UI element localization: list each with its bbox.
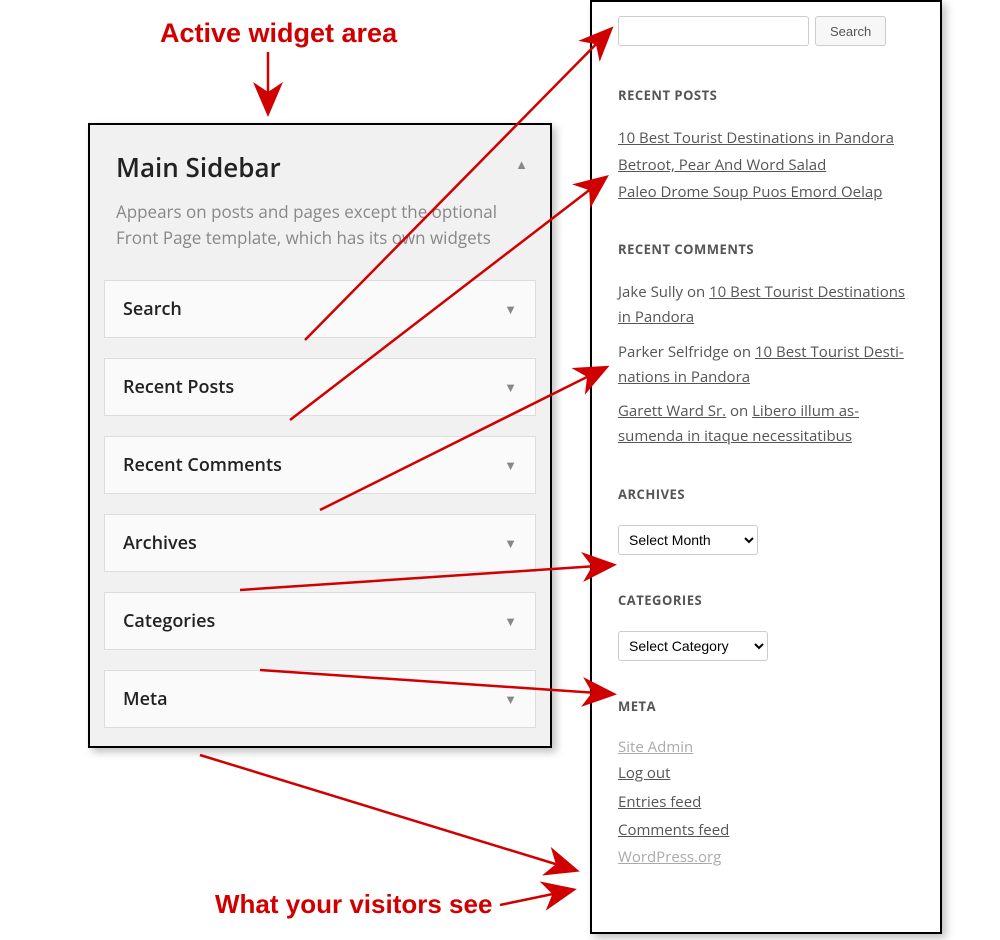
widget-label: Categories bbox=[123, 609, 215, 633]
comment-author-link[interactable]: Garett Ward Sr. bbox=[618, 401, 726, 421]
post-link[interactable]: Betroot, Pear And Word Salad bbox=[618, 155, 826, 175]
widget-label: Meta bbox=[123, 687, 168, 711]
chevron-down-icon: ▼ bbox=[504, 690, 517, 708]
frontend-sidebar-preview: Search RECENT POSTS 10 Best Tourist Dest… bbox=[590, 0, 942, 934]
chevron-down-icon: ▼ bbox=[504, 456, 517, 474]
sidebar-header[interactable]: Main Sidebar ▲ Appears on posts and page… bbox=[104, 135, 536, 260]
post-link[interactable]: Paleo Drome Soup Puos Emord Oelap bbox=[618, 182, 882, 202]
meta-link-site-admin[interactable]: Site Admin bbox=[618, 737, 693, 757]
chevron-down-icon: ▼ bbox=[504, 378, 517, 396]
widget-categories[interactable]: Categories ▼ bbox=[104, 592, 536, 650]
widget-recent-posts[interactable]: Recent Posts ▼ bbox=[104, 358, 536, 416]
on-text: on bbox=[683, 282, 709, 302]
widget-search[interactable]: Search ▼ bbox=[104, 280, 536, 338]
meta-link-wordpress-org[interactable]: WordPress.org bbox=[618, 847, 721, 867]
search-widget: Search bbox=[618, 16, 916, 46]
widget-label: Recent Comments bbox=[123, 453, 282, 477]
post-link[interactable]: 10 Best Tourist Destinations in Pandora bbox=[618, 128, 894, 148]
widget-area-panel: Main Sidebar ▲ Appears on posts and page… bbox=[88, 123, 552, 748]
comment-author: Jake Sully bbox=[618, 282, 683, 302]
collapse-icon[interactable]: ▲ bbox=[515, 155, 528, 173]
widget-label: Search bbox=[123, 297, 182, 321]
chevron-down-icon: ▼ bbox=[504, 612, 517, 630]
search-input[interactable] bbox=[618, 16, 809, 46]
annotation-active-widget-area: Active widget area bbox=[160, 18, 397, 49]
meta-link-log-out[interactable]: Log out bbox=[618, 763, 670, 783]
categories-select[interactable]: Select Category bbox=[618, 631, 768, 661]
on-text: on bbox=[726, 401, 752, 421]
categories-heading: CATEGORIES bbox=[618, 591, 916, 609]
meta-section: META Site Admin Log out Entries feed Com… bbox=[618, 697, 916, 867]
chevron-down-icon: ▼ bbox=[504, 300, 517, 318]
comment-author: Parker Selfridge bbox=[618, 342, 729, 362]
chevron-down-icon: ▼ bbox=[504, 534, 517, 552]
on-text: on bbox=[729, 342, 755, 362]
widget-meta[interactable]: Meta ▼ bbox=[104, 670, 536, 728]
widget-recent-comments[interactable]: Recent Comments ▼ bbox=[104, 436, 536, 494]
meta-link-entries-feed[interactable]: Entries feed bbox=[618, 792, 701, 812]
widget-label: Recent Posts bbox=[123, 375, 234, 399]
archives-section: ARCHIVES Select Month bbox=[618, 485, 916, 555]
recent-comments-heading: RECENT COMMENTS bbox=[618, 240, 916, 258]
widget-archives[interactable]: Archives ▼ bbox=[104, 514, 536, 572]
recent-posts-heading: RECENT POSTS bbox=[618, 86, 916, 104]
archives-select[interactable]: Select Month bbox=[618, 525, 758, 555]
archives-heading: ARCHIVES bbox=[618, 485, 916, 503]
recent-comments-section: RECENT COMMENTS Jake Sully on 10 Best To… bbox=[618, 240, 916, 449]
sidebar-title: Main Sidebar bbox=[116, 149, 524, 185]
widget-label: Archives bbox=[123, 531, 197, 555]
sidebar-description: Appears on posts and pages except the op… bbox=[116, 199, 524, 250]
meta-heading: META bbox=[618, 697, 916, 715]
categories-section: CATEGORIES Select Category bbox=[618, 591, 916, 661]
recent-posts-section: RECENT POSTS 10 Best Tourist Destination… bbox=[618, 86, 916, 204]
meta-link-comments-feed[interactable]: Comments feed bbox=[618, 820, 729, 840]
annotation-visitors-see: What your visitors see bbox=[215, 889, 492, 920]
search-button[interactable]: Search bbox=[815, 16, 886, 46]
